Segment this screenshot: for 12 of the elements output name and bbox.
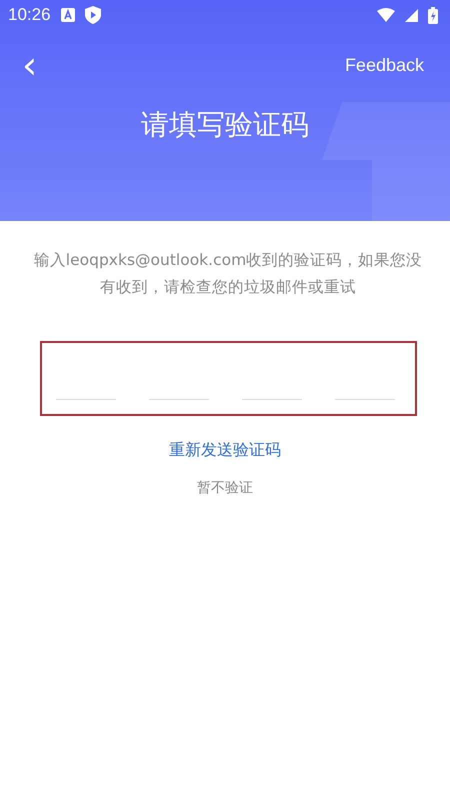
back-button[interactable]: ‹ [18, 46, 42, 84]
status-time: 10:26 [8, 5, 51, 25]
instruction-text: 输入leoqpxks@outlook.com收到的验证码，如果您没有收到，请检查您的垃圾邮件或重试 [32, 250, 424, 298]
notification-icon [60, 8, 75, 22]
shield-icon [84, 6, 101, 24]
page-title: 请填写验证码 [141, 107, 309, 143]
feedback-button[interactable]: Feedback [344, 54, 424, 76]
wifi-icon [377, 8, 395, 22]
signal-icon [405, 8, 418, 22]
skip-verification-link[interactable]: 暂不验证 [193, 475, 257, 501]
battery-icon [428, 6, 438, 24]
resend-code-link[interactable]: 重新发送验证码 [165, 436, 285, 465]
